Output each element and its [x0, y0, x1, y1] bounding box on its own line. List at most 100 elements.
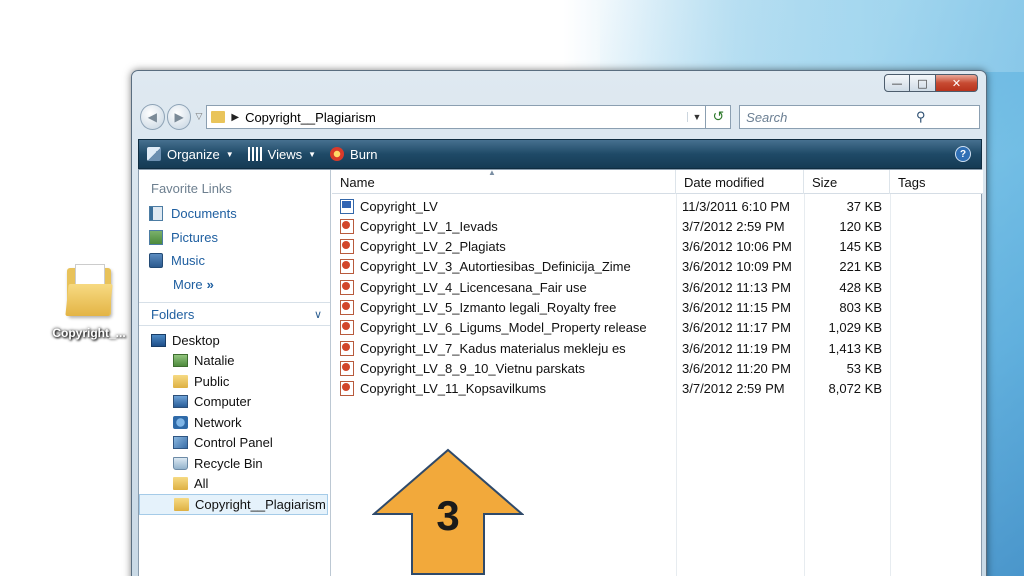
burn-button[interactable]: Burn [330, 147, 378, 162]
computer-icon [173, 395, 188, 409]
file-name: Copyright_LV_4_Licencesana_Fair use [360, 279, 587, 295]
powerpoint-file-icon [340, 320, 354, 336]
tree-item[interactable]: Recycle Bin [139, 453, 330, 474]
file-size: 53 KB [846, 360, 882, 376]
tree-item[interactable]: Network [139, 412, 330, 433]
file-date: 11/3/2011 6:10 PM [682, 198, 790, 214]
back-button[interactable]: ◀ [140, 104, 165, 130]
file-size: 428 KB [839, 279, 882, 295]
table-row[interactable]: Copyright_LV_7_Kadus materialus mekleju … [332, 338, 983, 358]
organize-button[interactable]: Organize ▼ [147, 147, 234, 162]
more-label: More [173, 276, 203, 292]
powerpoint-file-icon [340, 299, 354, 315]
table-row[interactable]: Copyright_LV_6_Ligums_Model_Property rel… [332, 318, 983, 338]
tree-item[interactable]: All [139, 474, 330, 495]
views-label: Views [267, 146, 303, 162]
maximize-button[interactable]: □ [910, 74, 936, 92]
folders-label: Folders [151, 306, 195, 322]
forward-button[interactable]: ▶ [166, 104, 192, 130]
favorite-link-label: Pictures [171, 229, 218, 245]
more-links-button[interactable]: More » [139, 273, 330, 297]
table-row[interactable]: Copyright_LV_1_Ievads 3/7/2012 2:59 PM 120… [332, 216, 983, 236]
column-header-name[interactable]: Name ▲ [332, 168, 676, 194]
file-size: 221 KB [839, 259, 882, 275]
file-name: Copyright_LV_6_Ligums_Model_Property rel… [360, 320, 647, 336]
address-bar[interactable]: ▶ Copyright__Plagiarism ▼ [206, 105, 707, 129]
desktop-folder-shortcut[interactable]: Copyright_... [44, 262, 134, 340]
column-header-label: Size [812, 174, 838, 190]
tree-item-label: Computer [194, 394, 252, 410]
file-name-cell: Copyright_LV_2_Plagiats [340, 237, 506, 257]
organize-icon [147, 147, 161, 161]
tree-item[interactable]: Desktop [139, 330, 330, 351]
favorite-link-documents[interactable]: Documents [139, 202, 330, 226]
desktop-icon-label: Copyright_... [52, 326, 126, 340]
favorite-link-music[interactable]: Music [139, 249, 330, 273]
breadcrumb-separator-icon[interactable]: ▶ [231, 112, 239, 123]
table-row[interactable]: Copyright_LV_2_Plagiats 3/6/2012 10:06 PM… [332, 237, 983, 257]
help-button[interactable]: ? [955, 146, 971, 162]
refresh-button[interactable]: ↺ [706, 105, 732, 129]
forward-arrow-icon: ▶ [174, 110, 184, 124]
file-size: 1,413 KB [828, 340, 883, 356]
address-dropdown-icon[interactable]: ▼ [687, 112, 705, 122]
file-date: 3/6/2012 11:13 PM [682, 279, 791, 295]
file-name: Copyright_LV_7_Kadus materialus mekleju … [360, 340, 626, 356]
word-document-icon [340, 198, 354, 214]
command-bar: Organize ▼ Views ▼ Burn ? [138, 139, 982, 169]
help-icon: ? [959, 148, 967, 160]
organize-label: Organize [167, 146, 220, 162]
search-box[interactable]: Search ⚲ [739, 105, 981, 129]
chevron-down-icon: ▼ [308, 149, 317, 159]
close-button[interactable]: ✕ [936, 74, 978, 92]
search-icon[interactable]: ⚲ [863, 109, 979, 125]
file-name-cell: Copyright_LV_7_Kadus materialus mekleju … [340, 338, 626, 358]
table-row[interactable]: Copyright_LV_5_Izmanto legali_Royalty fr… [332, 297, 983, 317]
tree-item[interactable]: Copyright__Plagiarism [139, 494, 328, 515]
tree-item[interactable]: Public [139, 371, 330, 392]
table-row[interactable]: Copyright_LV 11/3/2011 6:10 PM 37 KB [332, 196, 983, 216]
tree-item[interactable]: Control Panel [139, 433, 330, 454]
table-row[interactable]: Copyright_LV_3_Autortiesibas_Definicija_… [332, 257, 983, 277]
file-date: 3/6/2012 10:06 PM [682, 239, 792, 255]
column-header-tags[interactable]: Tags [890, 170, 983, 194]
file-date: 3/6/2012 11:19 PM [682, 340, 791, 356]
sort-ascending-icon: ▲ [488, 168, 496, 177]
table-row[interactable]: Copyright_LV_4_Licencesana_Fair use 3/6/2… [332, 277, 983, 297]
file-name: Copyright_LV_2_Plagiats [360, 239, 506, 255]
control-panel-icon [173, 436, 188, 450]
minimize-button[interactable]: — [884, 74, 910, 92]
double-chevron-right-icon: » [206, 276, 214, 292]
file-name: Copyright_LV_8_9_10_Vietnu parskats [360, 360, 586, 376]
desktop-icon [151, 333, 166, 347]
powerpoint-file-icon [340, 259, 354, 275]
window-controls: — □ ✕ [884, 74, 978, 92]
tree-item-label: Public [194, 373, 230, 389]
file-date: 3/6/2012 11:17 PM [682, 320, 791, 336]
maximize-icon: □ [917, 76, 928, 90]
column-header-date[interactable]: Date modified [676, 170, 804, 194]
column-header-size[interactable]: Size [804, 170, 890, 194]
explorer-body: Favorite Links Documents Pictures Music … [138, 168, 983, 576]
table-row[interactable]: Copyright_LV_11_Kopsavilkums 3/7/2012 2:5… [332, 379, 983, 399]
powerpoint-file-icon [340, 218, 354, 234]
file-date: 3/7/2012 2:59 PM [682, 381, 785, 397]
favorite-link-pictures[interactable]: Pictures [139, 226, 330, 250]
step-annotation-arrow: 3 [371, 448, 525, 576]
views-button[interactable]: Views ▼ [247, 146, 317, 162]
column-header-label: Tags [898, 174, 926, 190]
powerpoint-file-icon [340, 239, 354, 255]
tree-item-label: Recycle Bin [194, 455, 263, 471]
powerpoint-file-icon [340, 340, 354, 356]
file-name-cell: Copyright_LV_4_Licencesana_Fair use [340, 277, 587, 297]
table-row[interactable]: Copyright_LV_8_9_10_Vietnu parskats 3/6/2… [332, 358, 983, 378]
views-icon [247, 147, 262, 161]
column-header-label: Date modified [684, 174, 765, 190]
file-size: 803 KB [839, 299, 882, 315]
tree-item[interactable]: Computer [139, 392, 330, 413]
address-path[interactable]: Copyright__Plagiarism [245, 110, 687, 125]
search-input[interactable]: Search [746, 110, 862, 125]
folders-header[interactable]: Folders ∨ [139, 302, 330, 326]
tree-item[interactable]: Natalie [139, 351, 330, 372]
recent-pages-dropdown-icon[interactable]: ▽ [195, 112, 202, 122]
